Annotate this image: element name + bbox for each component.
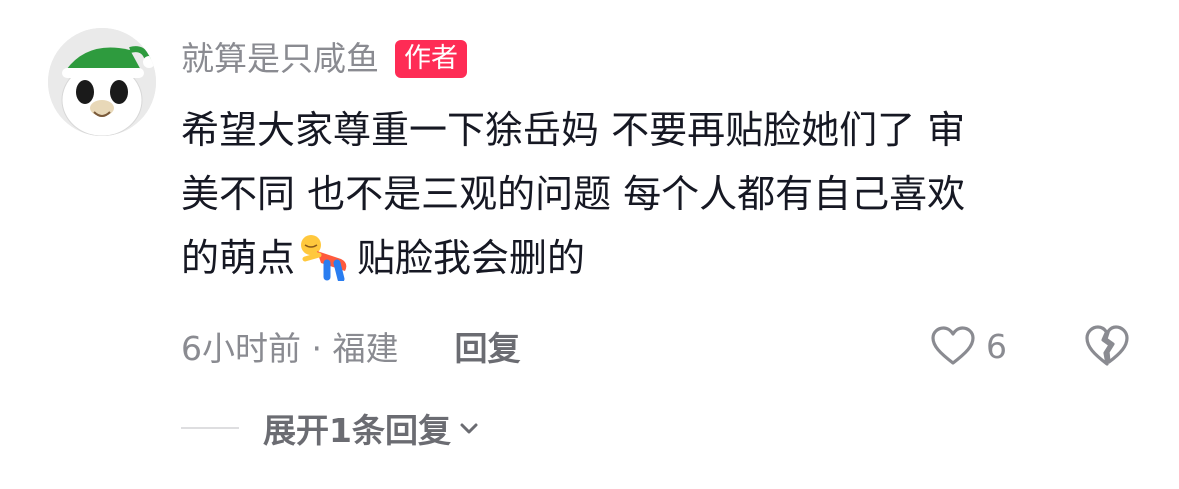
heart-outline-icon — [931, 326, 975, 365]
dislike-button[interactable] — [1083, 322, 1131, 370]
comment-line-last: 的萌点 贴脸我会删的 — [181, 226, 1131, 290]
author-badge: 作者 — [395, 40, 467, 78]
like-count: 6 — [986, 326, 1007, 366]
comment-text-segment: 贴脸我会删的 — [357, 236, 586, 280]
reply-button[interactable]: 回复 — [454, 322, 520, 370]
comment-line: 希望大家尊重一下狳岳妈 不要再贴脸她们了 审 — [181, 108, 966, 152]
comment-line: 美不同 也不是三观的问题 每个人都有自己喜欢 — [181, 172, 966, 216]
comment-header: 就算是只咸鱼 作者 — [181, 36, 467, 82]
expand-replies-button[interactable]: 展开1条回复 — [263, 404, 481, 452]
comment-text-segment: 的萌点 — [181, 236, 296, 280]
divider-line — [181, 427, 239, 429]
broken-heart-icon — [1085, 325, 1129, 366]
like-button[interactable]: 6 — [930, 322, 1007, 370]
lying-down-emoji-icon — [297, 229, 355, 283]
comment-meta: 6小时前 · 福建 回复 — [181, 322, 520, 370]
chevron-down-icon — [457, 409, 481, 448]
timestamp-location: 6小时前 · 福建 — [181, 329, 399, 368]
username[interactable]: 就算是只咸鱼 — [181, 36, 379, 82]
panda-avatar-icon — [48, 28, 156, 136]
comment-text: 希望大家尊重一下狳岳妈 不要再贴脸她们了 审 美不同 也不是三观的问题 每个人都… — [181, 98, 1131, 290]
avatar[interactable] — [48, 28, 156, 136]
expand-replies-label: 展开1条回复 — [263, 411, 451, 450]
expand-replies-row: 展开1条回复 — [181, 404, 481, 452]
